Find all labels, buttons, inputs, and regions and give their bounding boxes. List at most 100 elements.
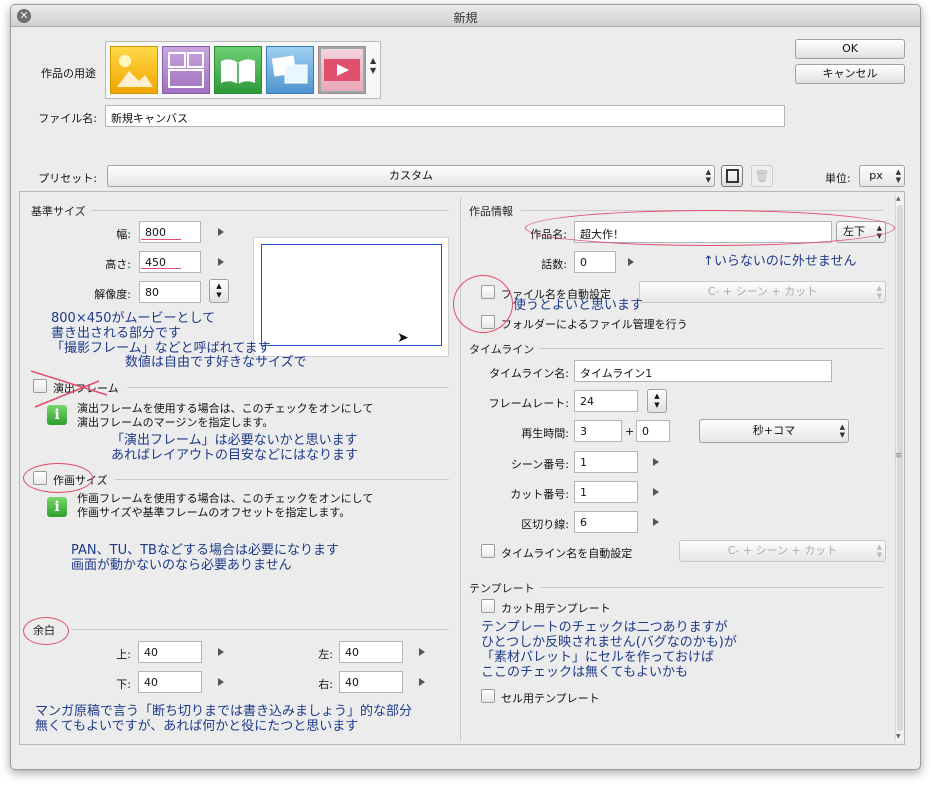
timeline-title: タイムライン: [469, 343, 535, 356]
purpose-selector: ▲ ▼: [105, 41, 381, 99]
duration-frames-input[interactable]: 0: [636, 420, 670, 442]
annotation-underline: [141, 268, 181, 269]
divider: [91, 210, 449, 211]
cut-template-checkbox[interactable]: [481, 599, 495, 613]
margin-right-menu-arrow-icon[interactable]: [419, 678, 425, 686]
window-title: 新規: [453, 11, 478, 25]
trash-icon[interactable]: 🗑: [751, 165, 773, 187]
annotation-pan-note: PAN、TU、TBなどする場合は必要になります 画面が動かないのなら必要ありませ…: [71, 543, 339, 573]
scene-input[interactable]: 1: [574, 451, 638, 473]
preview-frame: [261, 244, 442, 346]
height-input[interactable]: 450: [139, 251, 201, 273]
gallery-icon[interactable]: [266, 46, 314, 94]
resize-grip-icon[interactable]: ≡: [895, 451, 903, 461]
cut-menu-arrow-icon[interactable]: [653, 488, 659, 496]
book-icon[interactable]: [214, 46, 262, 94]
divider-line-menu-arrow-icon[interactable]: [653, 518, 659, 526]
cursor-icon: ➤: [397, 330, 409, 346]
framerate-input[interactable]: 24: [574, 390, 638, 412]
chevron-updown-icon: ▲ ▼: [876, 543, 882, 559]
purpose-scroll-arrows[interactable]: ▲ ▼: [370, 56, 376, 76]
cel-template-checkbox[interactable]: [481, 689, 495, 703]
margin-top-input[interactable]: 40: [138, 641, 202, 663]
cut-input[interactable]: 1: [574, 481, 638, 503]
scene-label: シーン番号:: [510, 458, 569, 471]
animation-icon[interactable]: [318, 46, 366, 94]
width-label: 幅:: [116, 228, 131, 241]
template-title: テンプレート: [469, 582, 535, 595]
width-menu-arrow-icon[interactable]: [218, 228, 224, 236]
episode-input[interactable]: 0: [574, 251, 616, 273]
save-preset-button[interactable]: [721, 165, 743, 187]
unit-value: px: [869, 169, 883, 182]
duration-seconds-input[interactable]: 3: [574, 420, 622, 442]
scrollbar-thumb[interactable]: [897, 205, 903, 731]
annotation-strike: [30, 370, 108, 408]
duration-label: 再生時間:: [521, 427, 569, 440]
divider: [541, 587, 883, 588]
cut-label: カット番号:: [510, 488, 569, 501]
margin-bottom-menu-arrow-icon[interactable]: [218, 678, 224, 686]
scroll-up-icon[interactable]: ▲: [896, 195, 901, 202]
annotation-size-note: 数値は自由です好きなサイズで: [125, 355, 307, 370]
margin-bottom-input[interactable]: 40: [138, 671, 202, 693]
margin-bottom-label: 下:: [116, 678, 131, 691]
auto-timeline-name-value: C- + シーン + カット: [727, 544, 838, 557]
timeline-name-input[interactable]: タイムライン1: [574, 360, 832, 382]
annotation-frame-note: 800×450がムービーとして 書き出される部分です 「撮影フレーム」などと呼ば…: [51, 311, 271, 356]
margin-top-label: 上:: [116, 648, 131, 661]
margin-right-label: 右:: [318, 678, 333, 691]
episode-label: 話数:: [541, 258, 567, 271]
divider-line-input[interactable]: 6: [574, 511, 638, 533]
margin-right-input[interactable]: 40: [339, 671, 403, 693]
purpose-label: 作品の用途: [41, 67, 96, 80]
illustration-icon[interactable]: [110, 46, 158, 94]
annotation-ellipse: [23, 617, 69, 645]
chevron-updown-icon: ▲ ▼: [876, 284, 882, 300]
height-label: 高さ:: [105, 258, 131, 271]
title-bar: ✕ 新規: [11, 5, 920, 27]
file-name-input[interactable]: 新規キャンバス: [105, 105, 785, 127]
ok-button[interactable]: OK: [795, 39, 905, 59]
divider: [539, 348, 883, 349]
timeline-name-label: タイムライン名:: [489, 367, 569, 380]
annotation-underline: [141, 239, 181, 240]
margin-top-menu-arrow-icon[interactable]: [218, 648, 224, 656]
margin-left-menu-arrow-icon[interactable]: [419, 648, 425, 656]
resolution-stepper[interactable]: ▲ ▼: [209, 279, 229, 303]
annotation-ellipse: [23, 463, 93, 493]
auto-timeline-name-label: タイムライン名を自動設定: [501, 547, 633, 560]
auto-timeline-name-checkbox[interactable]: [481, 544, 495, 558]
auto-filename-select[interactable]: C- + シーン + カット ▲ ▼: [639, 281, 886, 303]
size-preview: ➤: [253, 237, 449, 357]
unit-label: 単位:: [825, 172, 851, 185]
divider: [115, 479, 449, 480]
resolution-input[interactable]: 80: [139, 281, 201, 303]
new-dialog: ✕ 新規 作品の用途 ▲ ▼ OK キャンセル ファイル名: 新規キャンバス プリ…: [10, 4, 921, 770]
episode-menu-arrow-icon[interactable]: [628, 258, 634, 266]
chevron-updown-icon: ▲ ▼: [839, 423, 845, 439]
chevron-updown-icon: ▲ ▼: [895, 168, 901, 184]
scene-menu-arrow-icon[interactable]: [653, 458, 659, 466]
framerate-stepper[interactable]: ▲ ▼: [647, 389, 667, 413]
height-menu-arrow-icon[interactable]: [218, 258, 224, 266]
unit-select[interactable]: px ▲ ▼: [859, 165, 905, 187]
duration-mode-value: 秒+コマ: [752, 424, 796, 437]
scroll-down-icon[interactable]: ▼: [896, 733, 901, 740]
annotation-filename-note: 使うとよいと思います: [513, 298, 644, 313]
duration-mode-select[interactable]: 秒+コマ ▲ ▼: [699, 419, 849, 443]
comic-icon[interactable]: [162, 46, 210, 94]
auto-timeline-name-select[interactable]: C- + シーン + カット ▲ ▼: [679, 540, 886, 562]
base-size-title: 基準サイズ: [31, 205, 86, 218]
margin-left-input[interactable]: 40: [339, 641, 403, 663]
file-name-label: ファイル名:: [38, 112, 97, 125]
resolution-label: 解像度:: [94, 288, 131, 301]
preset-select[interactable]: カスタム ▲ ▼: [107, 165, 715, 187]
chevron-updown-icon: ▲ ▼: [705, 168, 711, 184]
annotation-margin-note: マンガ原稿で言う「断ち切りまでは書き込みましょう」的な部分 無くてもよいですが、…: [35, 704, 413, 734]
divider: [71, 629, 449, 630]
scrollbar[interactable]: ▲ ▼: [895, 195, 904, 741]
cel-template-label: セル用テンプレート: [501, 692, 600, 705]
canvas-size-info: 作画フレームを使用する場合は、このチェックをオンにして 作画サイズや基準フレーム…: [77, 492, 374, 519]
cancel-button[interactable]: キャンセル: [795, 64, 905, 84]
